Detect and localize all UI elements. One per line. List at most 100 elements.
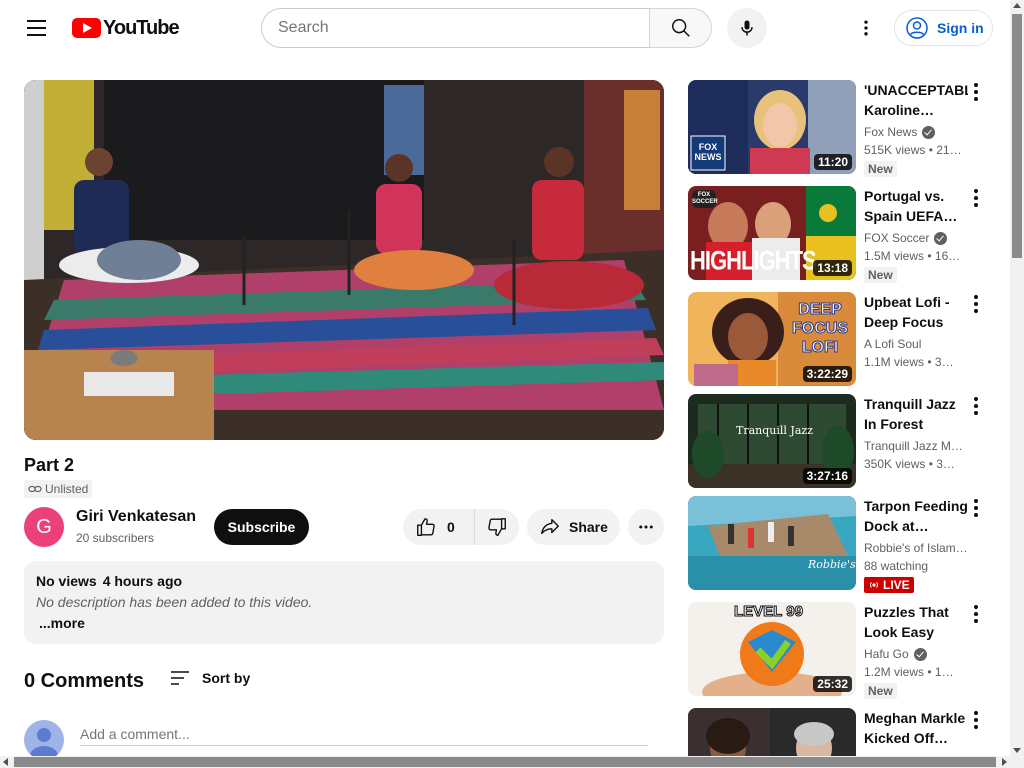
video-meta: 1.1M views3… [864, 355, 968, 369]
more-options-icon[interactable] [964, 602, 988, 626]
channel-label: Tranquill Jazz M… [864, 439, 963, 453]
video-thumbnail[interactable]: Tranquill Jazz 3:27:16 [688, 394, 856, 488]
view-count: No views [36, 573, 97, 589]
more-options-icon[interactable] [964, 80, 988, 104]
verified-icon [913, 647, 927, 661]
video-title[interactable]: Puzzles That Look Easy But… [864, 602, 968, 642]
dislike-button[interactable] [475, 509, 519, 545]
thumbnail-image [688, 708, 856, 756]
recommended-video[interactable]: DEEP FOCUS LOFI 3:22:29 Upbeat Lofi - De… [688, 292, 993, 386]
recommended-video[interactable]: FOX SOCCER HIGHLIGHTS 13:18 Portugal vs.… [688, 186, 993, 283]
fox-soccer-logo: FOX SOCCER [692, 190, 718, 208]
fox-news-logo: FOX NEWS [694, 142, 722, 162]
video-title[interactable]: Tarpon Feeding Dock at… [864, 496, 968, 536]
view-count: 1.1M views [864, 355, 925, 369]
more-actions-button[interactable] [628, 509, 664, 545]
top-header: YouTube Sign in [0, 0, 1010, 56]
sort-by-button[interactable]: Sort by [170, 670, 250, 686]
show-more-link[interactable]: ...more [39, 615, 652, 631]
robbies-logo: Robbie's [808, 558, 856, 571]
video-title[interactable]: Tranquill Jazz In Forest Livin… [864, 394, 968, 434]
video-thumbnail[interactable]: LEVEL 99 25:32 [688, 602, 856, 696]
search-input[interactable] [261, 8, 649, 48]
scroll-up-arrow-icon[interactable] [1013, 3, 1021, 8]
new-badge: New [864, 161, 897, 177]
channel-label: Robbie's of Islam… [864, 541, 968, 555]
deep-focus-text: DEEP FOCUS LOFI [792, 301, 849, 357]
video-player[interactable] [24, 80, 664, 440]
channel-label: Fox News [864, 125, 918, 139]
video-thumbnail[interactable]: FOX SOCCER HIGHLIGHTS 13:18 [688, 186, 856, 280]
horizontal-scrollbar[interactable] [0, 756, 1024, 768]
video-title[interactable]: Meghan Markle Kicked Off… [864, 708, 968, 748]
horizontal-scroll-thumb[interactable] [14, 757, 996, 767]
vertical-scrollbar[interactable] [1010, 0, 1024, 756]
scroll-right-arrow-icon[interactable] [1002, 758, 1007, 766]
unlisted-label: Unlisted [45, 482, 89, 496]
more-options-icon[interactable] [964, 496, 988, 520]
view-count: 350K views [864, 457, 926, 471]
youtube-logo[interactable]: YouTube [72, 16, 180, 39]
share-button[interactable]: Share [527, 509, 620, 545]
link-icon [28, 485, 42, 493]
channel-label: A Lofi Soul [864, 337, 922, 351]
youtube-play-icon [72, 18, 101, 38]
vertical-scroll-thumb[interactable] [1012, 14, 1022, 258]
video-title[interactable]: Portugal vs. Spain UEFA… [864, 186, 968, 226]
subscribe-button[interactable]: Subscribe [214, 509, 309, 545]
video-thumbnail[interactable]: Robbie's [688, 496, 856, 590]
description-box[interactable]: No views 4 hours ago No description has b… [24, 561, 664, 644]
share-icon [541, 518, 559, 535]
video-thumbnail[interactable]: DEEP FOCUS LOFI 3:22:29 [688, 292, 856, 386]
channel-name[interactable]: Tranquill Jazz M… [864, 439, 968, 453]
channel-name[interactable]: Giri Venkatesan [76, 508, 196, 526]
video-meta: 350K views3… [864, 457, 968, 471]
like-count: 0 [447, 519, 455, 535]
more-options-icon[interactable] [964, 186, 988, 210]
add-comment-input[interactable] [80, 720, 648, 746]
channel-name[interactable]: A Lofi Soul [864, 337, 968, 351]
channel-name[interactable]: Robbie's of Islam… [864, 541, 968, 555]
sign-in-button[interactable]: Sign in [894, 10, 993, 46]
scroll-down-arrow-icon[interactable] [1013, 748, 1021, 753]
recommended-video[interactable]: LEVEL 99 25:32 Puzzles That Look Easy Bu… [688, 602, 993, 699]
menu-icon[interactable] [16, 8, 56, 48]
scroll-left-arrow-icon[interactable] [3, 758, 8, 766]
video-title[interactable]: Upbeat Lofi - Deep Focus &… [864, 292, 968, 332]
video-thumbnail[interactable] [688, 708, 856, 756]
upload-time: 4 hours ago [102, 573, 183, 589]
live-badge: LIVE [864, 577, 914, 593]
share-label: Share [569, 519, 608, 535]
video-title[interactable]: 'UNACCEPTABL Karoline… [864, 80, 968, 120]
thumbnail-image [688, 496, 856, 590]
video-duration: 11:20 [813, 154, 852, 170]
channel-name[interactable]: Fox News [864, 125, 968, 139]
logo-text: YouTube [103, 16, 180, 39]
level-text: LEVEL 99 [734, 603, 804, 621]
channel-name[interactable]: Hafu Go [864, 647, 968, 661]
more-options-icon[interactable] [964, 292, 988, 316]
channel-avatar[interactable]: G [24, 507, 64, 547]
verified-icon [934, 231, 948, 245]
channel-name[interactable]: FOX Soccer [864, 231, 968, 245]
voice-search-button[interactable] [727, 8, 767, 48]
sign-in-label: Sign in [937, 20, 984, 36]
video-meta: 1.5M views16… [864, 249, 968, 263]
like-button[interactable]: 0 [403, 509, 475, 545]
thumbs-down-icon [488, 518, 506, 536]
search-bar [261, 8, 712, 48]
search-button[interactable] [649, 8, 712, 48]
recommended-video[interactable]: Robbie's Tarpon Feeding Dock at… Robbie'… [688, 496, 993, 593]
more-options-icon[interactable] [964, 708, 988, 732]
video-meta: 515K views21… [864, 143, 968, 157]
recommended-video[interactable]: Tranquill Jazz 3:27:16 Tranquill Jazz In… [688, 394, 993, 488]
more-options-icon[interactable] [964, 394, 988, 418]
video-meta: 88 watching [864, 559, 968, 573]
video-thumbnail[interactable]: FOX NEWS 11:20 [688, 80, 856, 174]
sort-icon [171, 671, 189, 685]
recommended-video[interactable]: Meghan Markle Kicked Off… [688, 708, 993, 756]
recommended-video[interactable]: FOX NEWS 11:20 'UNACCEPTABL Karoline… Fo… [688, 80, 993, 177]
account-icon [906, 17, 928, 39]
description-text: No description has been added to this vi… [36, 594, 313, 610]
settings-more-button[interactable] [846, 8, 886, 48]
